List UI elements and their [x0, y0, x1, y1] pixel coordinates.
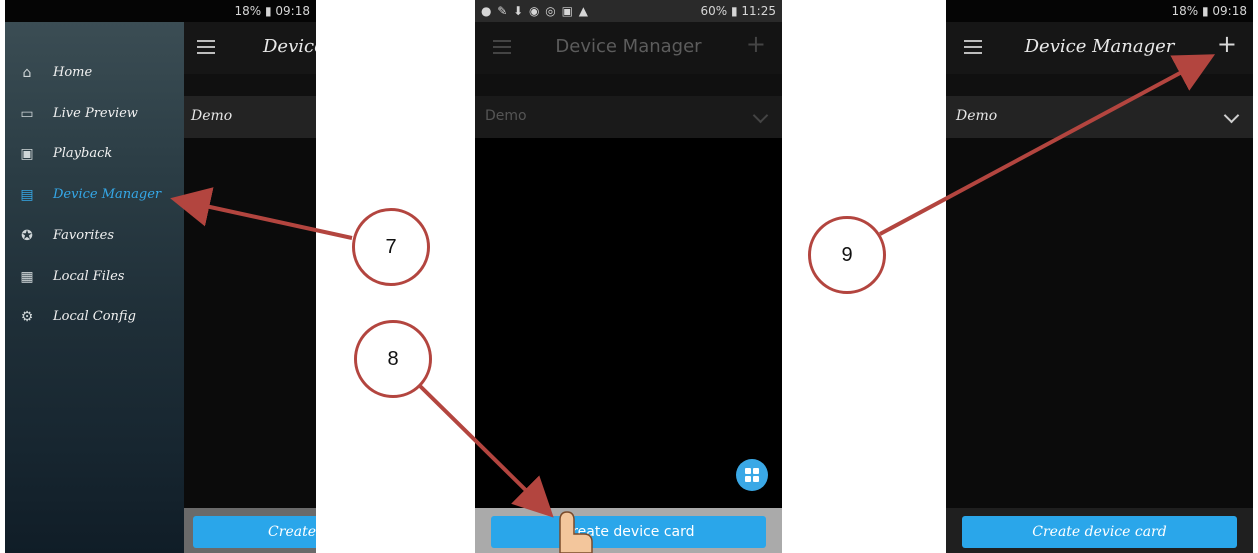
spacer-band — [946, 74, 1253, 96]
device-list — [475, 138, 782, 508]
step-callout-7: 7 — [352, 208, 430, 286]
status-bar: ● ✎ ⬇ ◉ ◎ ▣ ▲ 60% ▮ 11:25 — [475, 0, 782, 22]
notification-icons: ● ✎ ⬇ ◉ ◎ ▣ ▲ — [481, 4, 589, 18]
drawer-item-local-files[interactable]: ▦ Local Files — [5, 258, 184, 298]
drawer-item-device-manager[interactable]: ▤ Device Manager — [5, 176, 184, 216]
live-preview-icon: ▭ — [20, 106, 34, 122]
device-group-row[interactable]: Demo — [475, 96, 782, 138]
drawer-item-home[interactable]: ⌂ Home — [5, 54, 184, 94]
create-device-card-button[interactable]: Create device card — [491, 516, 766, 548]
clock: 11:25 — [741, 4, 776, 18]
local-files-icon: ▦ — [20, 269, 34, 285]
phone-screen-loading: ● ✎ ⬇ ◉ ◎ ▣ ▲ 60% ▮ 11:25 Device Manager… — [475, 0, 782, 553]
favorites-icon: ✪ — [21, 228, 33, 244]
device-group-name: Demo — [956, 108, 998, 124]
spacer-band — [475, 74, 782, 96]
chevron-down-icon[interactable] — [752, 107, 769, 124]
drawer-item-playback[interactable]: ▣ Playback — [5, 135, 184, 175]
device-manager-icon: ▤ — [20, 187, 34, 203]
phone-screen-device-manager: 18% ▮ 09:18 Device Manager + Demo Create… — [946, 0, 1253, 553]
bottom-bar: Create device card — [946, 508, 1253, 553]
create-device-card-button[interactable]: Create device card — [962, 516, 1237, 548]
status-bar: 18% ▮ 09:18 — [946, 0, 1253, 22]
add-device-icon[interactable]: + — [746, 32, 766, 56]
page-title: Device Manager — [1024, 36, 1175, 57]
status-bar: 18% ▮ 09:18 — [5, 0, 316, 22]
device-list — [946, 138, 1253, 508]
local-config-icon: ⚙ — [20, 309, 34, 325]
battery-text: 18% — [1171, 4, 1199, 18]
playback-icon: ▣ — [20, 146, 34, 162]
drawer-item-label: Local Config — [53, 309, 136, 324]
add-device-icon[interactable]: + — [1217, 32, 1237, 56]
device-group-row[interactable]: Demo — [946, 96, 1253, 138]
drawer-item-live-preview[interactable]: ▭ Live Preview — [5, 95, 184, 135]
clock: 09:18 — [275, 4, 310, 18]
app-bar: Device Manager + — [946, 22, 1253, 74]
drawer-item-label: Local Files — [53, 269, 125, 284]
battery-text: 60% — [700, 4, 728, 18]
create-device-card-button[interactable]: Create — [193, 516, 316, 548]
step-callout-9: 9 — [808, 216, 886, 294]
drawer-item-label: Favorites — [53, 228, 115, 243]
drawer-item-local-config[interactable]: ⚙ Local Config — [5, 298, 184, 338]
drawer-item-label: Device Manager — [53, 187, 162, 202]
drawer-item-label: Home — [53, 65, 93, 80]
page-title: Device Manager — [555, 36, 702, 57]
bottom-bar: Create device card — [475, 508, 782, 553]
chevron-down-icon[interactable] — [1223, 107, 1240, 124]
app-bar: Device Manager + — [475, 22, 782, 74]
drawer-item-label: Playback — [53, 146, 113, 161]
device-group-name: Demo — [191, 108, 233, 124]
menu-icon[interactable] — [197, 40, 215, 54]
step-callout-8: 8 — [354, 320, 432, 398]
navigation-drawer: ⌂ Home ▭ Live Preview ▣ Playback ▤ Devic… — [5, 22, 184, 553]
phone-screen-drawer: 18% ▮ 09:18 Device Demo Create ⌂ Home ▭ … — [5, 0, 316, 553]
drawer-item-label: Live Preview — [53, 106, 138, 121]
page-title: Device — [263, 36, 316, 57]
device-group-name: Demo — [485, 108, 527, 124]
battery-text: 18% — [234, 4, 262, 18]
grid-menu-button[interactable] — [736, 459, 768, 491]
home-icon: ⌂ — [22, 65, 32, 81]
drawer-item-favorites[interactable]: ✪ Favorites — [5, 217, 184, 257]
clock: 09:18 — [1212, 4, 1247, 18]
